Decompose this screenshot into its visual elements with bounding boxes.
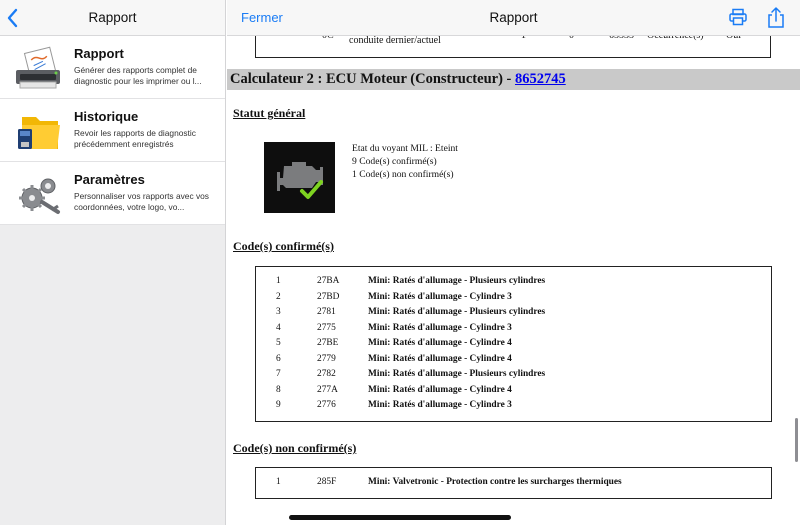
unconfirmed-codes-title: Code(s) non confirmé(s) <box>233 441 357 455</box>
table-row: 4 2775 Mini: Ratés d'allumage - Cylindre 3 <box>276 322 512 333</box>
sidebar-item-desc: Générer des rapports complet de diagnost… <box>74 65 202 86</box>
report-pane: → 0C conduite dernier/actuel 1 0 65535 O… <box>227 0 800 525</box>
confirmed-codes-table: 1 27BA Mini: Ratés d'allumage - Plusieurs … <box>255 266 772 422</box>
sidebar-title: Rapport <box>88 10 137 25</box>
ecu-header: Calculateur 2 : ECU Moteur (Constructeur… <box>227 69 800 90</box>
print-icon[interactable] <box>729 8 747 26</box>
settings-gears-icon <box>19 178 60 214</box>
table-row: 6 2779 Mini: Ratés d'allumage - Cylindre 4 <box>276 353 512 364</box>
status-summary: Etat du voyant MIL : Eteint 9 Code(s) co… <box>352 143 458 181</box>
ecu-part-link[interactable]: 8652745 <box>515 71 566 87</box>
report-nav-bar: Fermer Rapport <box>227 0 800 36</box>
sidebar-menu: Rapport Générer des rapports complet de … <box>0 36 225 225</box>
table-row: 8 277A Mini: Ratés d'allumage - Cylindre 4 <box>276 384 512 395</box>
confirmed-count: 9 Code(s) confirmé(s) <box>352 155 437 167</box>
ecu-title: Calculateur 2 : ECU Moteur (Constructeur… <box>230 71 515 87</box>
report-printer-icon <box>16 46 60 89</box>
unconfirmed-count: 1 Code(s) non confirmé(s) <box>352 168 454 180</box>
sidebar-item-title: Paramètres <box>74 172 145 187</box>
engine-check-icon <box>264 142 335 213</box>
report-title: Rapport <box>489 10 538 25</box>
sidebar-nav-bar: Rapport <box>0 0 225 36</box>
mil-status: Etat du voyant MIL : Eteint <box>352 143 458 154</box>
unconfirmed-codes-table: 1 285F Mini: Valvetronic - Protection cont… <box>255 467 772 499</box>
table-row: 1 285F Mini: Valvetronic - Protection cont… <box>276 477 622 487</box>
sidebar-item-desc: Revoir les rapports de diagnostic précéd… <box>74 128 196 149</box>
home-indicator[interactable] <box>289 515 511 520</box>
sidebar-item-rapport[interactable]: Rapport Générer des rapports complet de … <box>0 36 225 99</box>
sidebar-item-desc: Personnaliser vos rapports avec vos coor… <box>74 191 209 212</box>
sidebar-item-parametres[interactable]: Paramètres Personnaliser vos rapports av… <box>0 162 225 225</box>
table-row: 3 2781 Mini: Ratés d'allumage - Plusieurs … <box>276 307 546 317</box>
sidebar: Rapport Rapport Générer des rapports com… <box>0 0 226 525</box>
table-row: 9 2776 Mini: Ratés d'allumage - Cylindre 3 <box>276 400 512 410</box>
sidebar-item-title: Rapport <box>74 46 124 61</box>
row-desc: conduite dernier/actuel <box>349 35 441 46</box>
sidebar-item-historique[interactable]: Historique Revoir les rapports de diagno… <box>0 99 225 162</box>
confirmed-codes-title: Code(s) confirmé(s) <box>233 239 334 253</box>
share-icon[interactable] <box>767 7 785 28</box>
table-row: 2 27BD Mini: Ratés d'allumage - Cylindre 3 <box>276 291 512 302</box>
scroll-indicator[interactable] <box>795 418 798 462</box>
history-folder-icon <box>18 117 60 149</box>
sidebar-item-title: Historique <box>74 109 139 124</box>
table-row: 7 2782 Mini: Ratés d'allumage - Plusieurs … <box>276 369 546 379</box>
table-row: 5 27BE Mini: Ratés d'allumage - Cylindre 4 <box>276 338 512 348</box>
table-row: 1 27BA Mini: Ratés d'allumage - Plusieurs … <box>276 276 546 286</box>
general-status-title: Statut général <box>233 106 306 120</box>
